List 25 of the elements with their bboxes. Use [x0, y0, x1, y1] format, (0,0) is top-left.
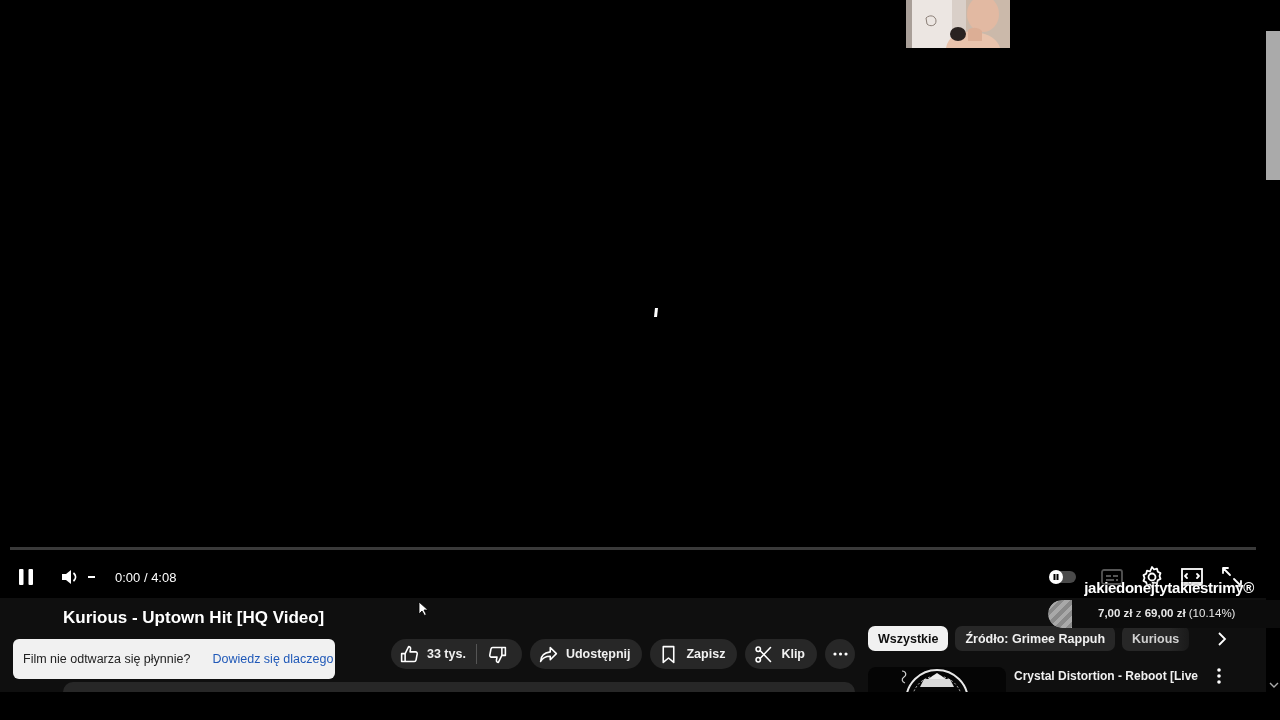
- learn-more-link[interactable]: Dowiedz się dlaczego: [212, 652, 334, 666]
- save-button[interactable]: Zapisz: [650, 639, 738, 669]
- video-title: Kurious - Uptown Hit [HQ Video]: [63, 607, 325, 629]
- filter-chip[interactable]: Źródło: Grimee Rappuh: [955, 626, 1116, 651]
- autoplay-toggle[interactable]: [1050, 571, 1076, 583]
- chevron-down-icon[interactable]: [1269, 682, 1279, 688]
- share-button[interactable]: Udostępnij: [529, 639, 643, 669]
- more-button[interactable]: [825, 639, 855, 669]
- thumbs-up-icon: [398, 643, 420, 665]
- more-dots-icon: [832, 652, 848, 656]
- pause-icon[interactable]: [18, 568, 34, 586]
- pause-icon: [1052, 573, 1060, 581]
- donation-goal-text: 7,00 zł z 69,00 zł (10.14%): [1098, 607, 1236, 619]
- channel-name: jakiedonejtytakiestrimy®: [1084, 579, 1254, 596]
- loading-spinner-icon: [653, 308, 659, 318]
- chevron-right-icon[interactable]: [1216, 630, 1229, 647]
- scrollbar-thumb[interactable]: [1266, 31, 1280, 180]
- filter-chip[interactable]: Wszystkie: [868, 626, 949, 651]
- clip-button[interactable]: Klip: [745, 639, 817, 669]
- notice-text: Film nie odtwarza się płynnie?: [23, 652, 191, 666]
- mouse-cursor-icon: [418, 601, 428, 616]
- more-vertical-icon[interactable]: [1216, 667, 1222, 685]
- filter-chip[interactable]: Kurious: [1122, 626, 1190, 651]
- video-title[interactable]: Crystal Distortion - Reboot [Live: [1014, 667, 1198, 685]
- time-display: 0:00 / 4:08: [115, 569, 177, 585]
